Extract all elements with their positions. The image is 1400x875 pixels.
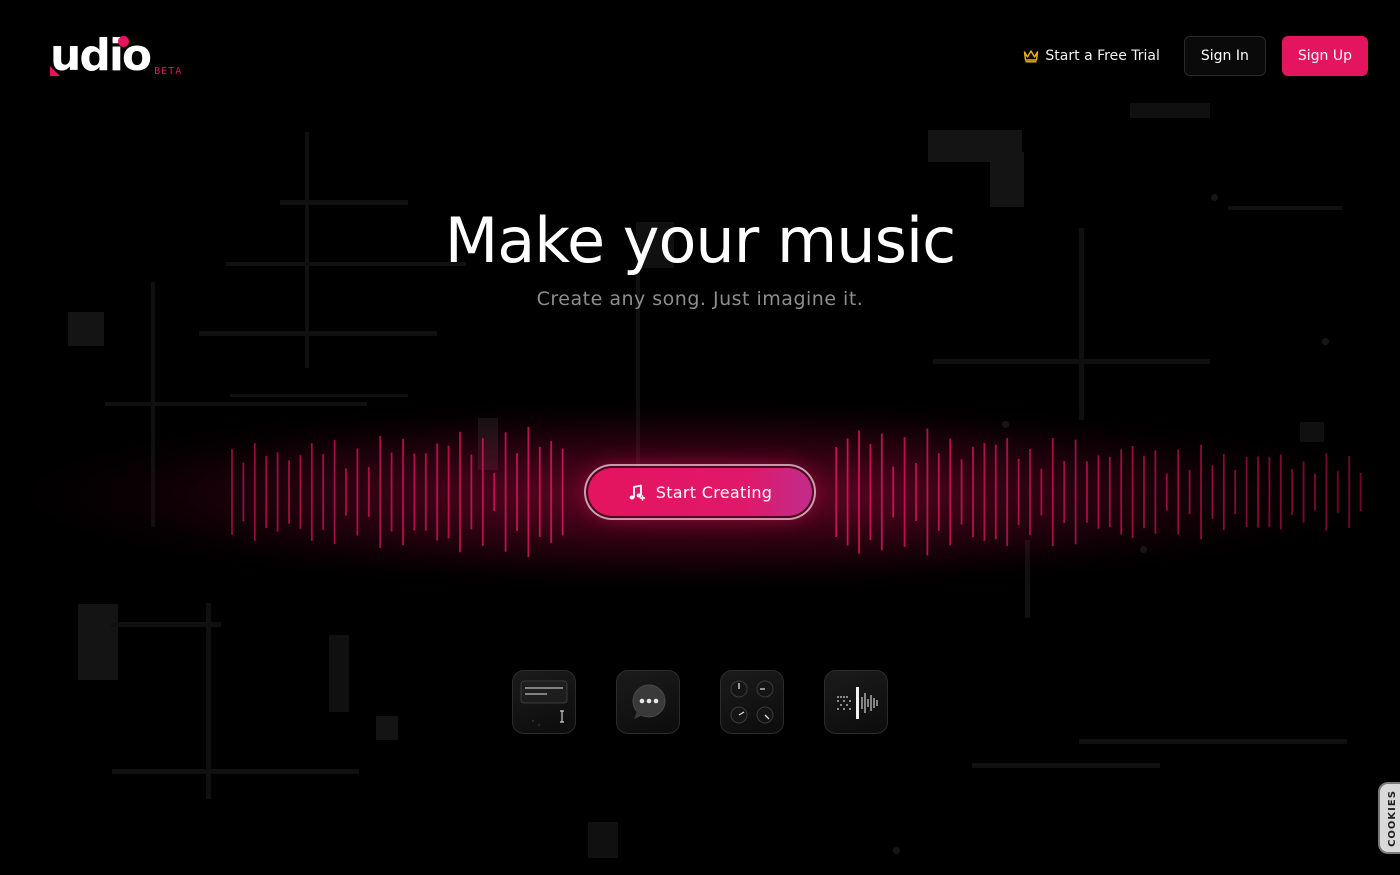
- text-prompt-icon: [520, 680, 568, 726]
- page: udio BETA Start a Free Trial Sign In Sig…: [0, 0, 1400, 875]
- start-free-trial-label: Start a Free Trial: [1045, 48, 1160, 64]
- udio-logo[interactable]: udio BETA: [50, 34, 182, 78]
- start-creating-ring: Start Creating: [584, 464, 816, 520]
- cookies-tab[interactable]: COOKIES: [1378, 782, 1400, 854]
- feature-tile-controls[interactable]: [720, 670, 784, 734]
- feature-tile-text-prompt[interactable]: [512, 670, 576, 734]
- chat-bubble-icon: [632, 684, 666, 719]
- feature-tile-chat[interactable]: [616, 670, 680, 734]
- cookies-label: COOKIES: [1386, 789, 1398, 847]
- sign-in-button[interactable]: Sign In: [1183, 36, 1266, 76]
- waveform-edit-icon: [837, 687, 878, 719]
- start-creating-button[interactable]: Start Creating: [588, 468, 812, 516]
- start-creating-label: Start Creating: [655, 482, 773, 502]
- feature-tile-waveform[interactable]: [824, 670, 888, 734]
- feature-tiles: [512, 670, 888, 734]
- logo-wordmark: udio: [50, 30, 152, 81]
- beta-badge: BETA: [154, 66, 183, 77]
- header-nav: Start a Free Trial Sign In Sign Up: [1015, 36, 1368, 76]
- music-note-plus-icon: [629, 484, 646, 501]
- start-free-trial-link[interactable]: Start a Free Trial: [1015, 36, 1167, 76]
- sign-up-button[interactable]: Sign Up: [1281, 36, 1368, 76]
- control-knobs-icon: [730, 680, 774, 724]
- crown-icon: [1024, 50, 1039, 63]
- logo-dot-accent: [118, 36, 129, 47]
- logo-triangle-accent: [50, 66, 60, 76]
- hero-subtitle: Create any song. Just imagine it.: [536, 288, 864, 310]
- hero-title: Make your music: [444, 204, 956, 277]
